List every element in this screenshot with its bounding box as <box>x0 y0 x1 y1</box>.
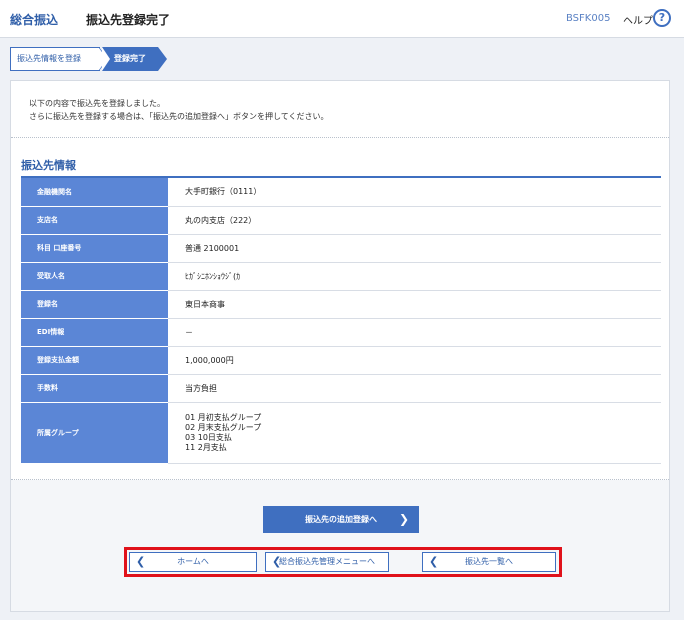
table-row: 登録名 東日本商事 <box>21 290 661 319</box>
chevron-left-icon: ❮ <box>272 555 282 568</box>
add-payee-button[interactable]: 振込先の追加登録へ ❯ <box>263 506 419 533</box>
page-title: 振込先登録完了 <box>86 13 171 27</box>
main-panel: 以下の内容で振込先を登録しました。 さらに振込先を登録する場合は、「振込先の追加… <box>10 80 670 612</box>
row-value: 大手町銀行（0111） <box>168 178 661 207</box>
row-label: 登録支払金額 <box>21 346 168 375</box>
button-area <box>11 480 669 611</box>
table-row: 支店名 丸の内支店（222） <box>21 206 661 235</box>
chevron-right-icon: ❯ <box>398 512 409 526</box>
add-payee-label: 振込先の追加登録へ <box>305 515 377 524</box>
table-row: 登録支払金額 1,000,000円 <box>21 346 661 375</box>
completion-message: 以下の内容で振込先を登録しました。 さらに振込先を登録する場合は、「振込先の追加… <box>29 97 329 123</box>
row-label: 金融機関名 <box>21 178 168 207</box>
row-value: 東日本商事 <box>168 290 661 319</box>
table-row-groups: 所属グループ 01 月初支払グループ 02 月末支払グループ 03 10日支払 … <box>21 402 661 464</box>
message-line-2: さらに振込先を登録する場合は、「振込先の追加登録へ」ボタンを押してください。 <box>29 112 329 121</box>
help-icon[interactable]: ? <box>653 9 671 27</box>
row-value: 普通 2100001 <box>168 234 661 263</box>
row-value: 1,000,000円 <box>168 346 661 375</box>
payee-list-label: 振込先一覧へ <box>465 557 513 566</box>
group-item: 03 10日支払 <box>185 432 232 442</box>
table-row: 金融機関名 大手町銀行（0111） <box>21 178 661 207</box>
table-row: EDI情報 － <box>21 318 661 347</box>
row-value: 丸の内支店（222） <box>168 206 661 235</box>
row-label: 支店名 <box>21 206 168 235</box>
step-arrow-active <box>158 47 167 71</box>
row-label: 所属グループ <box>21 402 168 464</box>
chevron-left-icon: ❮ <box>136 555 146 568</box>
divider <box>11 137 669 138</box>
app-header: 総合振込 振込先登録完了 BSFK005 ヘルプ ? <box>0 0 684 38</box>
table-row: 手数料 当方負担 <box>21 374 661 403</box>
row-label: 手数料 <box>21 374 168 403</box>
row-value: － <box>168 318 661 347</box>
screen-code: BSFK005 <box>566 13 611 24</box>
payee-menu-button[interactable]: ❮ 総合振込先管理メニューへ <box>265 552 389 572</box>
row-value: ﾋｶﾞｼﾆﾎﾝｼｮｳｼﾞ(ｶ <box>168 262 661 291</box>
row-label: 科目 口座番号 <box>21 234 168 263</box>
section-title: 振込先情報 <box>21 159 76 172</box>
home-label: ホームへ <box>177 557 209 566</box>
table-row: 科目 口座番号 普通 2100001 <box>21 234 661 263</box>
message-line-1: 以下の内容で振込先を登録しました。 <box>29 99 165 108</box>
service-name: 総合振込 <box>10 13 59 27</box>
group-item: 02 月末支払グループ <box>185 422 262 432</box>
row-label: EDI情報 <box>21 318 168 347</box>
step-notch <box>102 47 110 71</box>
step-complete: 登録完了 <box>102 47 158 71</box>
group-item: 11 2月支払 <box>185 442 227 452</box>
step-register-info: 振込先情報を登録 <box>10 47 100 71</box>
group-values: 01 月初支払グループ 02 月末支払グループ 03 10日支払 11 2月支払 <box>168 402 661 464</box>
table-row: 受取人名 ﾋｶﾞｼﾆﾎﾝｼｮｳｼﾞ(ｶ <box>21 262 661 291</box>
payee-info-table: 金融機関名 大手町銀行（0111） 支店名 丸の内支店（222） 科目 口座番号… <box>21 178 661 464</box>
payee-list-button[interactable]: ❮ 振込先一覧へ <box>422 552 556 572</box>
chevron-left-icon: ❮ <box>429 555 439 568</box>
row-label: 受取人名 <box>21 262 168 291</box>
row-label: 登録名 <box>21 290 168 319</box>
row-value: 当方負担 <box>168 374 661 403</box>
payee-menu-label: 総合振込先管理メニューへ <box>279 557 375 566</box>
home-button[interactable]: ❮ ホームへ <box>129 552 257 572</box>
help-link[interactable]: ヘルプ <box>623 12 653 27</box>
group-item: 01 月初支払グループ <box>185 412 262 422</box>
